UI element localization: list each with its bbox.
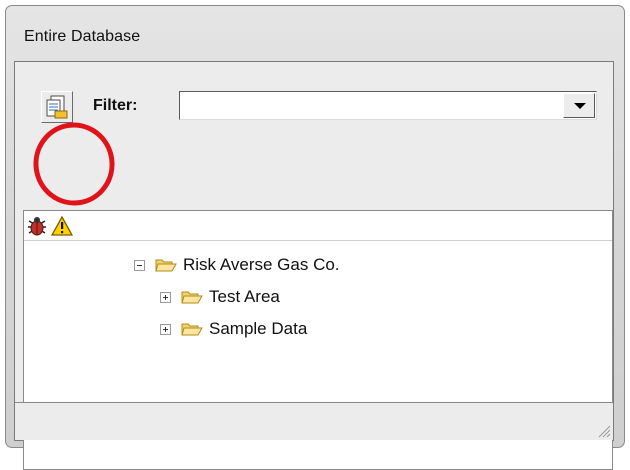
open-folder-icon [181,323,203,336]
report-document-icon [46,95,68,119]
report-button[interactable] [41,91,73,123]
filter-label: Filter: [93,97,138,114]
tree-item-label: Test Area [209,287,280,306]
window-title: Entire Database [24,28,141,45]
expand-toggle[interactable] [160,323,171,335]
filter-combobox[interactable] [179,91,597,120]
filter-dropdown-button[interactable] [563,93,595,118]
status-bar [15,402,613,440]
database-panel: Filter: Risk Averse Gas Co. Test Area Sa… [14,61,614,470]
tree-icon-strip [24,211,612,241]
tree-item-label: Sample Data [209,319,308,338]
tree-item-sample-data[interactable]: Sample Data [160,317,307,341]
filter-input[interactable] [182,94,554,117]
warning-icon[interactable] [51,216,73,236]
tree-item-test-area[interactable]: Test Area [160,285,280,309]
tree-item-label: Risk Averse Gas Co. [183,255,340,274]
expand-toggle[interactable] [160,291,171,303]
bug-icon[interactable] [26,215,48,237]
resize-grip-icon[interactable] [595,422,611,438]
tree-item-root[interactable]: Risk Averse Gas Co. [134,253,340,277]
chevron-down-icon [574,103,586,109]
database-window: Entire Database Filter: Risk Averse Gas … [5,5,625,470]
open-folder-icon [181,291,203,304]
collapse-toggle[interactable] [134,259,145,271]
open-folder-icon [155,259,177,272]
